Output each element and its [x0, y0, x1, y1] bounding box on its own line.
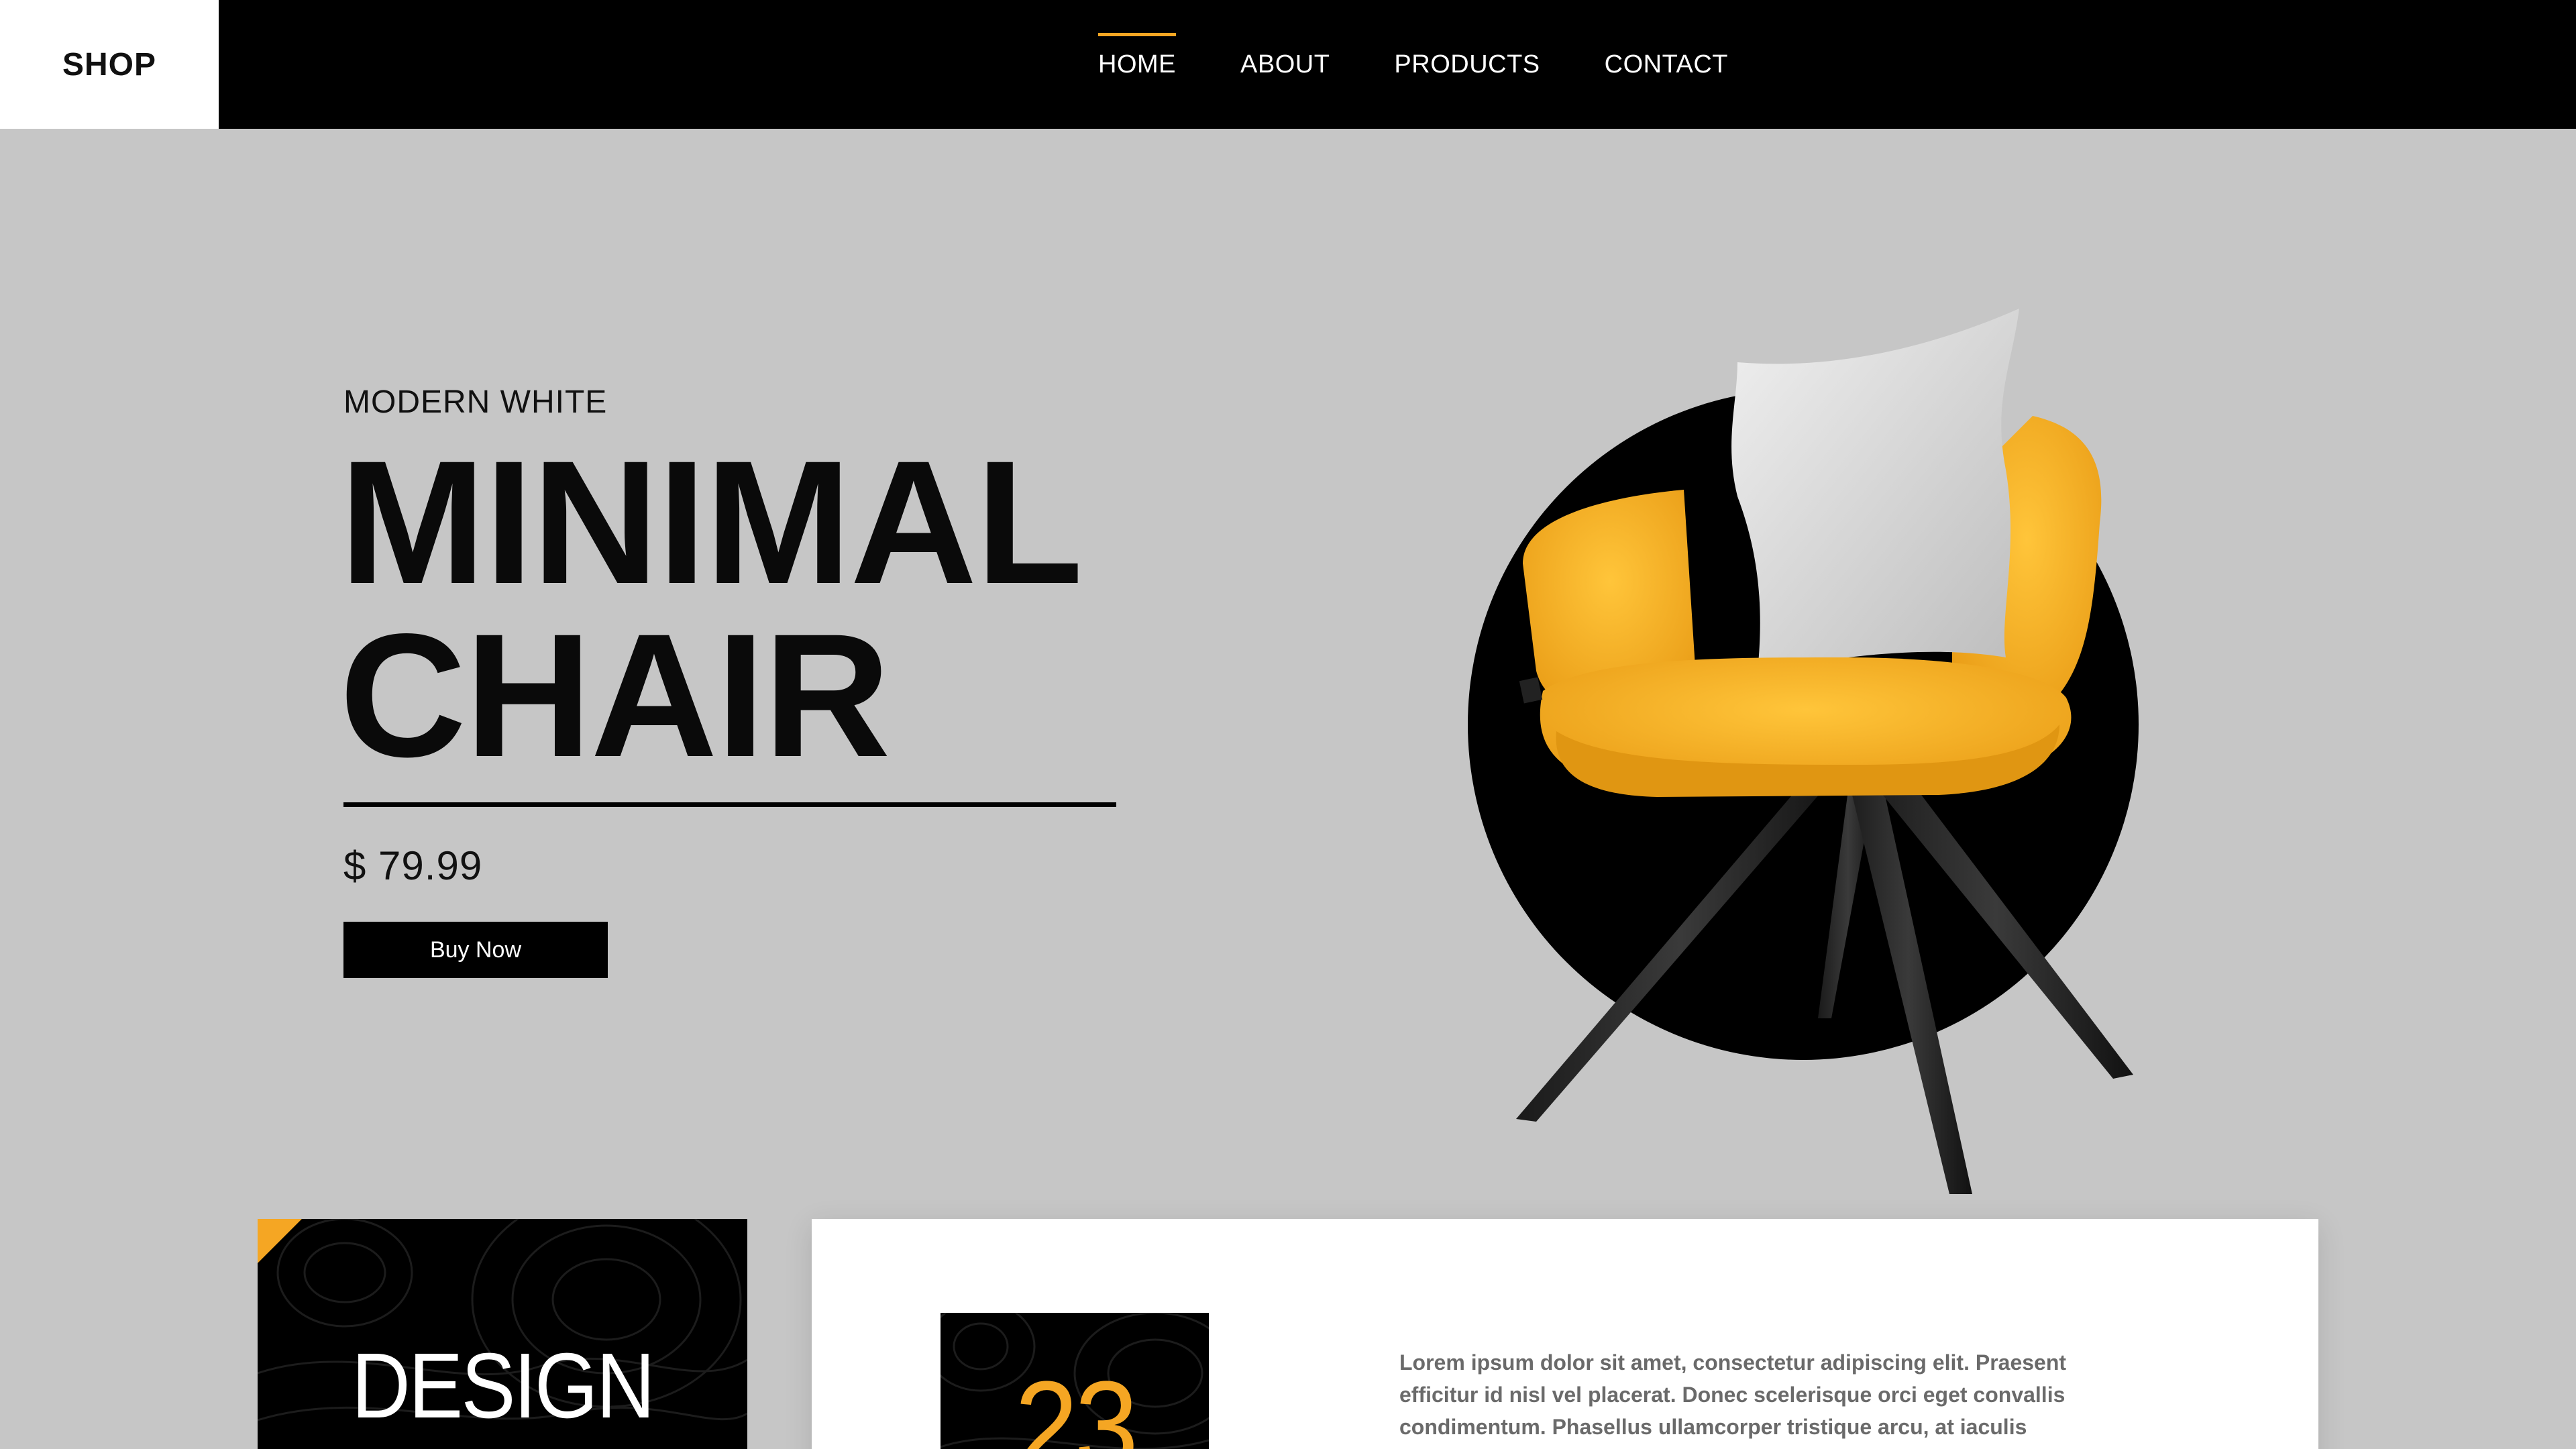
- hero-title-line1: MINIMAL: [339, 424, 1083, 621]
- info-paragraph: Lorem ipsum dolor sit amet, consectetur …: [1399, 1350, 2067, 1439]
- pillow: [1731, 309, 2019, 671]
- hero-title: MINIMAL CHAIR: [339, 424, 1212, 794]
- nav-products[interactable]: PRODUCTS: [1362, 0, 1572, 129]
- hero-title-line2: CHAIR: [339, 597, 891, 794]
- hero-divider: [343, 802, 1116, 807]
- number-card: 23: [941, 1313, 1209, 1449]
- nav-about[interactable]: ABOUT: [1208, 0, 1362, 129]
- nav-contact[interactable]: CONTACT: [1572, 0, 1760, 129]
- logo[interactable]: SHOP: [0, 0, 219, 129]
- chair-product-image: [1468, 309, 2139, 1194]
- top-navbar: SHOP HOME ABOUT PRODUCTS CONTACT: [0, 0, 2576, 129]
- main-nav: HOME ABOUT PRODUCTS CONTACT: [1098, 0, 1760, 129]
- buy-now-button[interactable]: Buy Now: [343, 922, 608, 978]
- hero-subtitle: MODERN WHITE: [343, 384, 608, 420]
- logo-text: SHOP: [62, 46, 157, 83]
- design-label: DESIGN: [352, 1334, 655, 1438]
- design-card: DESIGN: [258, 1219, 747, 1449]
- nav-home[interactable]: HOME: [1098, 0, 1208, 129]
- number-value: 23: [1014, 1355, 1138, 1449]
- product-price: $ 79.99: [343, 843, 483, 888]
- info-panel: 23 Lorem ipsum dolor sit amet, consectet…: [812, 1219, 2318, 1449]
- accent-corner: [258, 1219, 302, 1263]
